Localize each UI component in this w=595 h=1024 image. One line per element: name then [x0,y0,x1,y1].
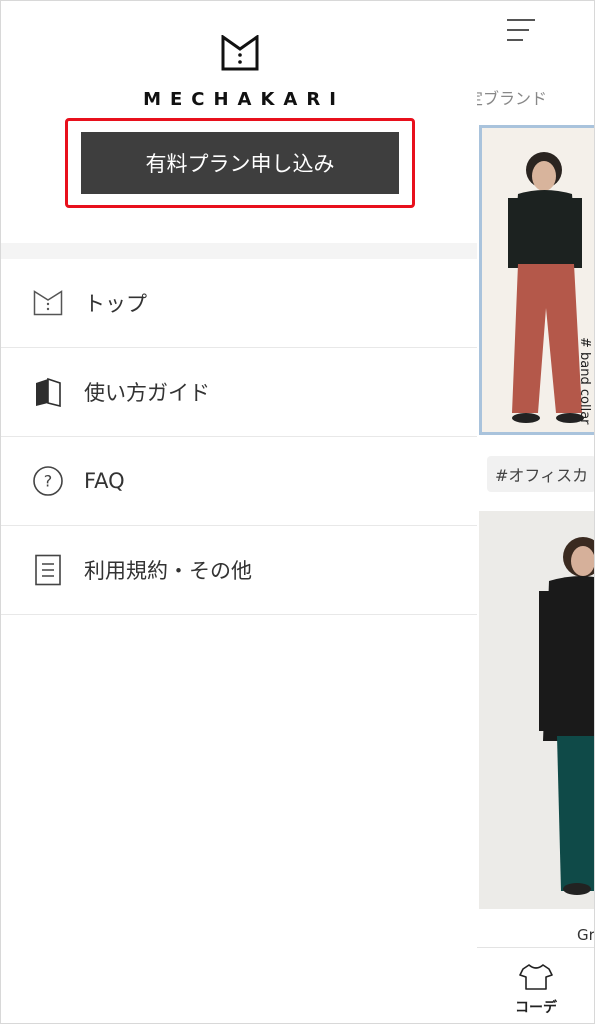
document-icon [31,553,65,587]
side-drawer: MECHAKARI 有料プラン申し込み トップ 使い方ガイド ? FAQ 利用規… [1,1,477,1023]
brand-filter-label[interactable]: 定ブランド [467,85,547,109]
hashtag-chip[interactable]: #オフィスカ [487,456,594,492]
section-divider [1,243,477,259]
menu-item-faq[interactable]: ? FAQ [1,437,477,526]
model-photo-2 [479,511,594,909]
book-icon [31,375,65,409]
menu-label: FAQ [84,469,125,493]
mechakari-logo-icon [221,35,259,71]
app-frame: 定ブランド # band collar #オフィスカ Gr コーデ MECHAK… [0,0,595,1024]
mechakari-outline-icon [31,286,65,320]
menu-label: トップ [84,292,147,316]
svg-text:?: ? [44,472,53,491]
card-caption: Gr [577,926,595,944]
subscribe-button[interactable]: 有料プラン申し込み [81,132,399,194]
brand-logo-text: MECHAKARI [143,89,345,110]
menu-label: 使い方ガイド [84,381,210,405]
menu-item-top[interactable]: トップ [1,259,477,348]
menu-label: 利用規約・その他 [84,559,252,583]
hamburger-menu-icon[interactable] [507,19,535,43]
coordinate-photo-2[interactable] [479,511,594,909]
menu-item-guide[interactable]: 使い方ガイド [1,348,477,437]
menu-item-terms[interactable]: 利用規約・その他 [1,526,477,615]
drawer-menu: トップ 使い方ガイド ? FAQ 利用規約・その他 [1,259,477,615]
question-circle-icon: ? [31,464,65,498]
card-hashtag: # band collar [577,337,592,425]
tshirt-icon[interactable] [519,963,553,991]
tab-coordinate[interactable]: コーデ [515,997,557,1017]
